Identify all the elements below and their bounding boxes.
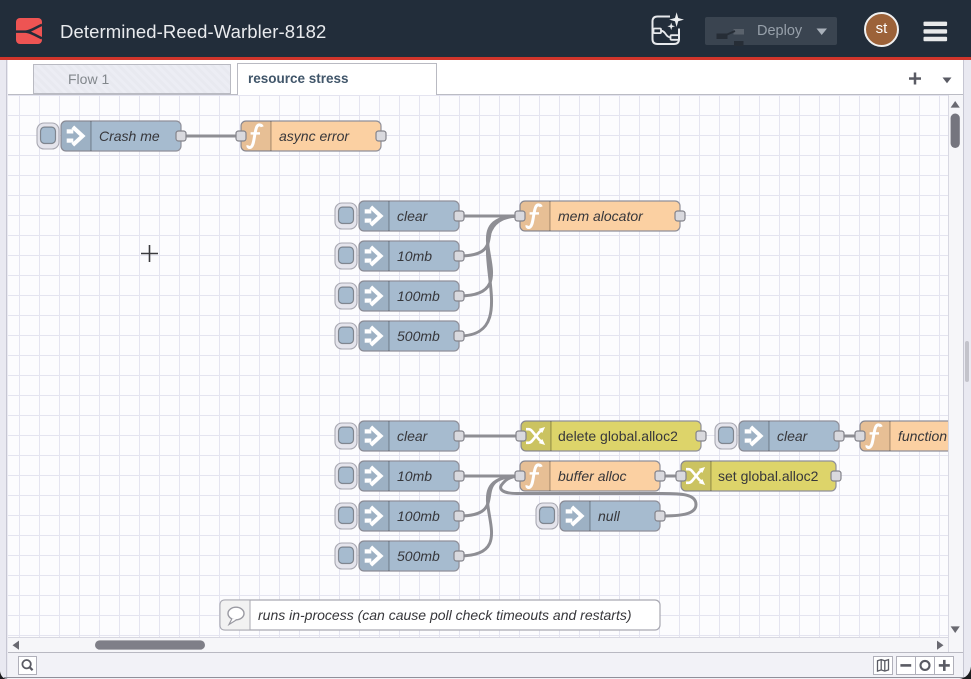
svg-text:buffer alloc: buffer alloc <box>558 468 626 484</box>
svg-text:clear: clear <box>777 428 809 444</box>
svg-text:set global.alloc2: set global.alloc2 <box>718 468 819 484</box>
svg-text:clear: clear <box>397 208 429 224</box>
svg-text:10mb: 10mb <box>397 248 432 264</box>
svg-text:500mb: 500mb <box>397 548 440 564</box>
svg-text:runs in-process (can cause pol: runs in-process (can cause poll check ti… <box>258 607 632 623</box>
svg-text:async error: async error <box>279 128 350 144</box>
svg-text:100mb: 100mb <box>397 288 440 304</box>
svg-text:delete global.alloc2: delete global.alloc2 <box>558 428 678 444</box>
svg-text:mem alocator: mem alocator <box>558 208 644 224</box>
svg-text:null: null <box>598 508 621 524</box>
svg-text:100mb: 100mb <box>397 508 440 524</box>
svg-text:function: function <box>898 428 947 444</box>
svg-text:Crash me: Crash me <box>99 128 160 144</box>
svg-text:500mb: 500mb <box>397 328 440 344</box>
svg-text:10mb: 10mb <box>397 468 432 484</box>
svg-text:clear: clear <box>397 428 429 444</box>
